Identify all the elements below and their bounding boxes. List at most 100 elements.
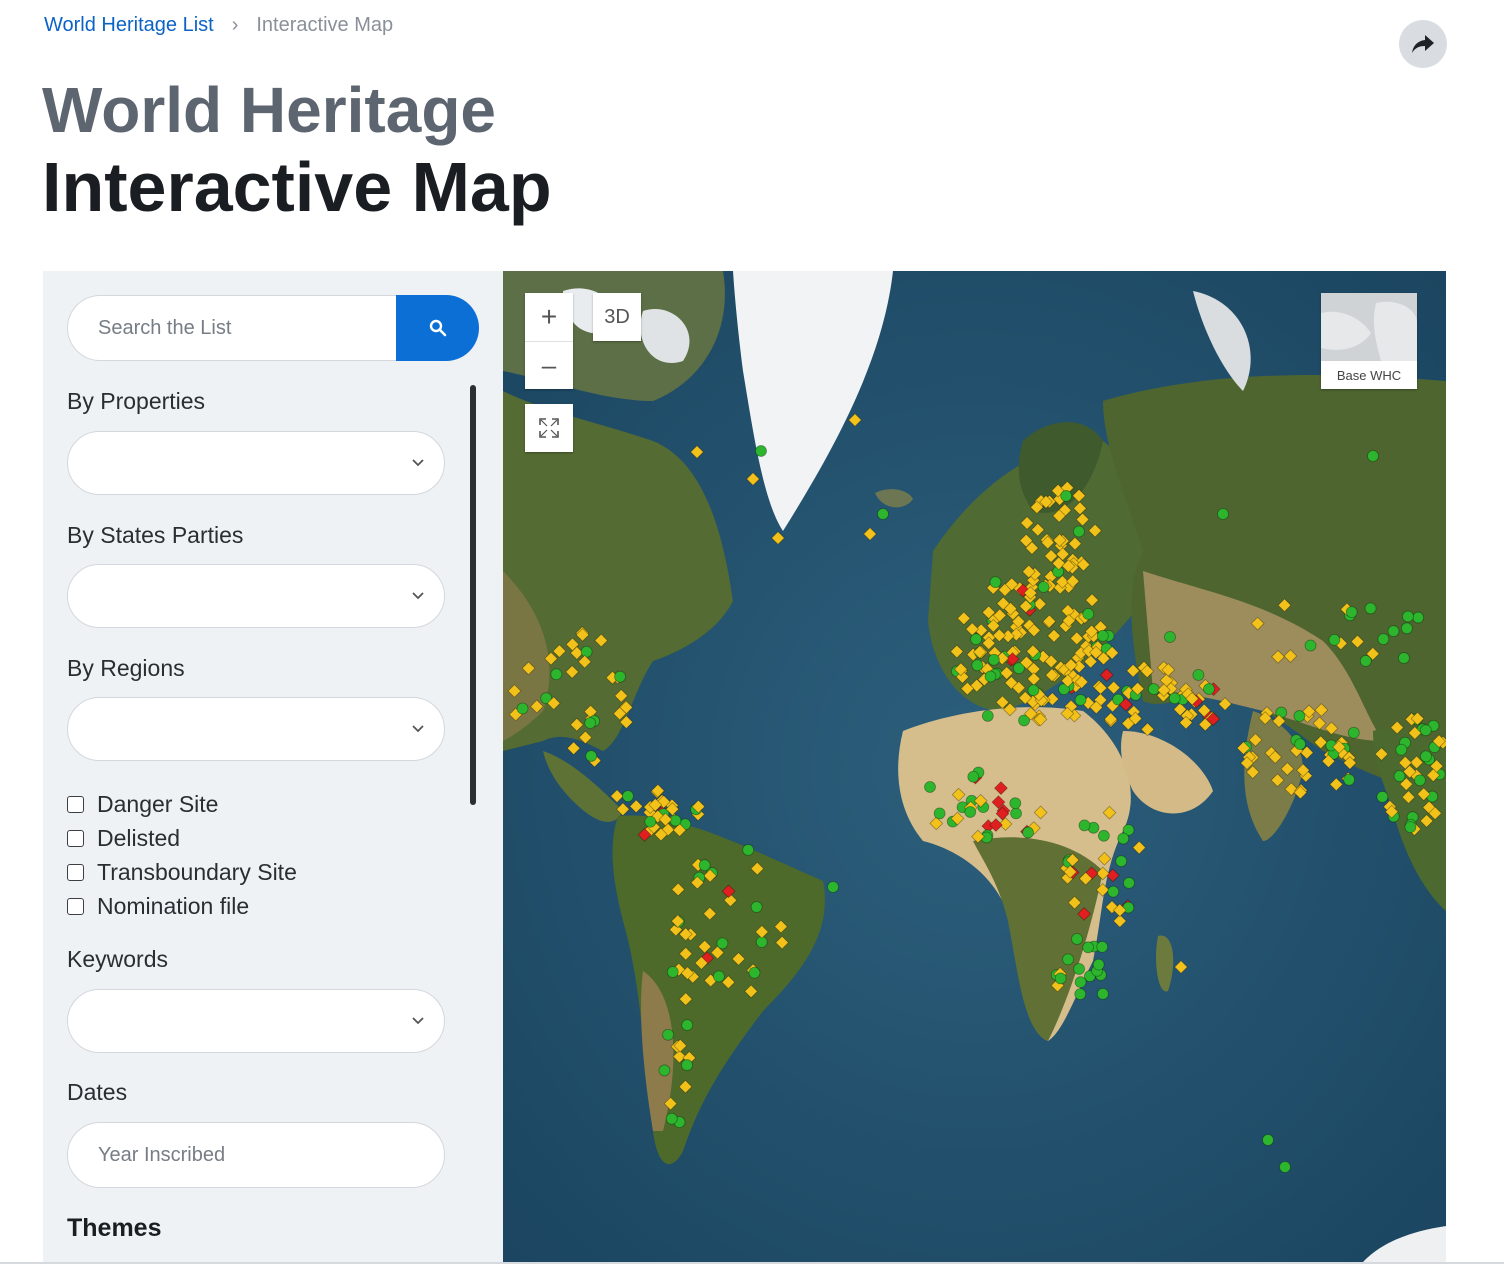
- natural-site-marker[interactable]: [1027, 684, 1040, 697]
- delisted-checkbox[interactable]: Delisted: [67, 821, 297, 855]
- regions-select[interactable]: [67, 697, 445, 761]
- cultural-site-marker[interactable]: [1026, 672, 1041, 686]
- fullscreen-button[interactable]: [525, 404, 573, 452]
- natural-site-marker[interactable]: [658, 1064, 671, 1077]
- cultural-site-marker[interactable]: [1250, 616, 1265, 631]
- natural-site-marker[interactable]: [970, 633, 982, 646]
- natural-site-marker[interactable]: [877, 508, 889, 520]
- cultural-site-marker[interactable]: [1218, 697, 1232, 711]
- natural-site-marker[interactable]: [1395, 743, 1408, 756]
- natural-site-marker[interactable]: [1279, 1161, 1291, 1173]
- cultural-site-marker[interactable]: [774, 919, 788, 934]
- natural-site-marker[interactable]: [1117, 832, 1130, 845]
- natural-site-marker[interactable]: [1073, 525, 1085, 538]
- cultural-site-marker[interactable]: [594, 633, 609, 648]
- cultural-site-marker[interactable]: [754, 924, 769, 939]
- natural-site-marker[interactable]: [1054, 972, 1067, 985]
- danger-site-marker[interactable]: [994, 781, 1008, 796]
- natural-site-marker[interactable]: [964, 806, 977, 818]
- natural-site-marker[interactable]: [1412, 611, 1425, 624]
- natural-site-marker[interactable]: [987, 653, 1000, 666]
- toggle-3d-button[interactable]: 3D: [593, 293, 641, 341]
- natural-site-marker[interactable]: [1164, 631, 1176, 643]
- natural-site-marker[interactable]: [1404, 821, 1417, 834]
- cultural-site-marker[interactable]: [1088, 523, 1102, 538]
- natural-site-marker[interactable]: [622, 790, 634, 803]
- zoom-out-button[interactable]: –: [525, 341, 573, 389]
- cultural-site-marker[interactable]: [610, 789, 624, 804]
- checkbox[interactable]: [67, 829, 84, 847]
- natural-site-marker[interactable]: [981, 710, 994, 722]
- natural-site-marker[interactable]: [1082, 608, 1095, 620]
- natural-site-marker[interactable]: [516, 702, 529, 715]
- search-button[interactable]: [396, 295, 479, 361]
- cultural-site-marker[interactable]: [1324, 721, 1339, 736]
- zoom-in-button[interactable]: +: [525, 293, 573, 341]
- cultural-site-marker[interactable]: [1020, 516, 1034, 530]
- natural-site-marker[interactable]: [1192, 669, 1205, 681]
- nomination-file-checkbox[interactable]: Nomination file: [67, 889, 297, 923]
- cultural-site-marker[interactable]: [552, 644, 567, 659]
- natural-site-marker[interactable]: [1123, 877, 1135, 889]
- natural-site-marker[interactable]: [1168, 692, 1181, 705]
- natural-site-marker[interactable]: [681, 1059, 693, 1071]
- natural-site-marker[interactable]: [1060, 490, 1073, 502]
- cultural-site-marker[interactable]: [578, 730, 593, 745]
- cultural-site-marker[interactable]: [678, 946, 693, 961]
- natural-site-marker[interactable]: [1414, 774, 1426, 787]
- natural-site-marker[interactable]: [1092, 958, 1105, 971]
- cultural-site-marker[interactable]: [1102, 805, 1117, 820]
- cultural-site-marker[interactable]: [1280, 761, 1295, 776]
- natural-site-marker[interactable]: [662, 1028, 674, 1041]
- natural-site-marker[interactable]: [1096, 629, 1109, 642]
- natural-site-marker[interactable]: [1398, 652, 1410, 664]
- year-inscribed-input[interactable]: [67, 1122, 445, 1188]
- natural-site-marker[interactable]: [644, 815, 657, 828]
- cultural-site-marker[interactable]: [1126, 663, 1141, 678]
- natural-site-marker[interactable]: [584, 717, 597, 729]
- cultural-site-marker[interactable]: [521, 661, 536, 676]
- natural-site-marker[interactable]: [1082, 941, 1095, 954]
- natural-site-marker[interactable]: [713, 970, 725, 983]
- cultural-site-marker[interactable]: [863, 527, 877, 541]
- cultural-site-marker[interactable]: [1419, 814, 1434, 828]
- natural-site-marker[interactable]: [989, 576, 1002, 589]
- cultural-site-marker[interactable]: [544, 651, 558, 666]
- natural-site-marker[interactable]: [1073, 963, 1085, 975]
- cultural-site-marker[interactable]: [566, 741, 581, 756]
- cultural-site-marker[interactable]: [1106, 680, 1121, 695]
- natural-site-marker[interactable]: [669, 814, 682, 827]
- cultural-site-marker[interactable]: [1085, 593, 1099, 608]
- cultural-site-marker[interactable]: [771, 531, 785, 545]
- natural-site-marker[interactable]: [614, 670, 626, 683]
- checkbox[interactable]: [67, 795, 84, 813]
- cultural-site-marker[interactable]: [1313, 735, 1328, 750]
- properties-select[interactable]: [67, 431, 445, 495]
- natural-site-marker[interactable]: [1359, 655, 1372, 667]
- natural-site-marker[interactable]: [1115, 855, 1128, 868]
- natural-site-marker[interactable]: [1074, 988, 1087, 1001]
- cultural-site-marker[interactable]: [1277, 598, 1292, 613]
- danger-site-marker[interactable]: [721, 884, 736, 899]
- natural-site-marker[interactable]: [1097, 829, 1110, 842]
- cultural-site-marker[interactable]: [1033, 805, 1048, 820]
- cultural-site-marker[interactable]: [1401, 790, 1416, 805]
- share-button[interactable]: [1399, 20, 1447, 68]
- cultural-site-marker[interactable]: [1068, 536, 1082, 551]
- natural-site-marker[interactable]: [1107, 885, 1120, 898]
- danger-site-checkbox[interactable]: Danger Site: [67, 787, 297, 821]
- natural-site-marker[interactable]: [1022, 826, 1034, 839]
- natural-site-marker[interactable]: [1387, 625, 1400, 637]
- cultural-site-marker[interactable]: [775, 935, 789, 950]
- cultural-site-marker[interactable]: [1069, 631, 1084, 646]
- cultural-site-marker[interactable]: [507, 684, 522, 698]
- natural-site-marker[interactable]: [666, 966, 679, 978]
- danger-site-marker[interactable]: [1099, 668, 1114, 682]
- cultural-site-marker[interactable]: [1329, 777, 1344, 792]
- natural-site-marker[interactable]: [1097, 988, 1109, 1000]
- natural-site-marker[interactable]: [755, 445, 767, 457]
- natural-site-marker[interactable]: [742, 844, 755, 856]
- site-markers-layer[interactable]: [503, 271, 1446, 1262]
- cultural-site-marker[interactable]: [1072, 488, 1086, 503]
- natural-site-marker[interactable]: [1377, 633, 1390, 646]
